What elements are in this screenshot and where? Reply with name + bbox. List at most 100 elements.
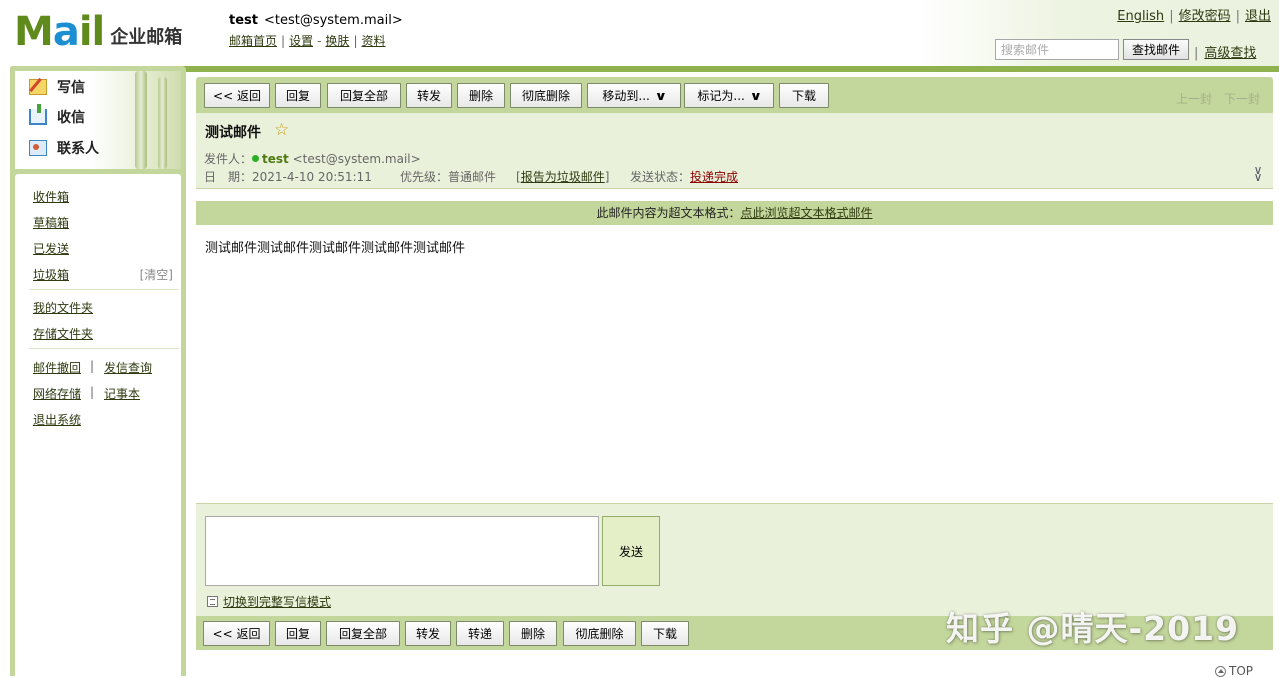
contacts-icon	[29, 140, 47, 156]
sent-query-link[interactable]: 发信查询	[104, 359, 152, 376]
search-input[interactable]	[995, 39, 1119, 60]
delete-button-bottom[interactable]: 删除	[509, 621, 557, 646]
header: Ma il 企业邮箱 test <test@system.mail> 邮箱首页 | 设置…	[0, 0, 1279, 66]
permanent-delete-button-bottom[interactable]: 彻底删除	[563, 621, 636, 646]
nav-settings[interactable]: 设置	[289, 34, 313, 48]
sender-address: <test@system.mail>	[292, 152, 421, 166]
folder-storage[interactable]: 存储文件夹	[33, 325, 93, 342]
write-icon	[29, 79, 47, 95]
mark-as-dropdown[interactable]: 标记为... ∨	[684, 83, 774, 108]
arrow-up-icon	[1215, 665, 1226, 677]
sender-name[interactable]: test	[262, 152, 289, 166]
priority-value: 普通邮件	[448, 170, 497, 184]
user-nav: 邮箱首页 | 设置 - 换肤 | 资料	[229, 34, 386, 48]
search-mail-button[interactable]: 查找邮件	[1123, 39, 1189, 60]
folder-inbox[interactable]: 收件箱	[33, 188, 69, 205]
write-label: 写信	[57, 80, 85, 96]
top-links: English | 修改密码 | 退出	[1117, 9, 1271, 24]
switch-full-compose-link[interactable]: 切换到完整写信模式	[223, 593, 331, 610]
header-divider-bar	[10, 66, 1279, 72]
toolbar-top: << 返回 回复 回复全部 转发 删除 彻底删除 移动到... ∨ 标记为... ∨…	[196, 77, 1273, 113]
nav-mail-home[interactable]: 邮箱首页	[229, 34, 277, 48]
reply-button-bottom[interactable]: 回复	[275, 621, 321, 646]
send-status-link[interactable]: 投递完成	[690, 170, 738, 184]
exit-system-link[interactable]: 退出系统	[33, 411, 81, 428]
receive-mail-button[interactable]: 收信	[29, 104, 85, 129]
priority-label: 优先级：	[400, 170, 449, 184]
prev-mail-link[interactable]: 上一封	[1176, 90, 1212, 107]
sender-row: 发件人： test <test@system.mail>	[204, 150, 421, 167]
bamboo-decoration	[135, 71, 147, 169]
download-button-bottom[interactable]: 下载	[641, 621, 689, 646]
document-icon	[207, 596, 218, 607]
reply-textarea[interactable]	[205, 516, 599, 586]
online-status-icon	[252, 155, 260, 162]
back-button[interactable]: << 返回	[204, 83, 270, 108]
recall-mail-link[interactable]: 邮件撤回	[33, 359, 81, 376]
mark-as-label: 标记为...	[697, 89, 745, 103]
send-status-label: 发送状态：	[630, 170, 691, 184]
folder-list: 收件箱 草稿箱 已发送 垃圾箱 [清空] 我的文件夹 存储文件夹 邮件撤回 | …	[15, 174, 181, 676]
clear-trash-link[interactable]: [清空]	[140, 266, 173, 283]
expand-icon[interactable]: ∨ ∨	[1251, 164, 1265, 183]
logo-m: M	[14, 9, 54, 55]
bamboo-decoration	[158, 77, 167, 169]
report-spam-link[interactable]: 报告为垃圾邮件	[521, 170, 605, 184]
divider	[29, 348, 179, 349]
redirect-button-bottom[interactable]: 转递	[456, 621, 504, 646]
contacts-button[interactable]: 联系人	[29, 136, 99, 160]
inbox-icon	[29, 104, 47, 125]
delete-button[interactable]: 删除	[457, 83, 505, 108]
receive-label: 收信	[57, 110, 85, 126]
mail-date: 2021-4-10 20:51:11	[252, 170, 372, 184]
notepad-link[interactable]: 记事本	[104, 385, 140, 402]
english-link[interactable]: English	[1117, 9, 1164, 24]
view-html-link[interactable]: 点此浏览超文本格式邮件	[741, 206, 873, 220]
back-button-bottom[interactable]: << 返回	[203, 621, 270, 646]
reply-all-button-bottom[interactable]: 回复全部	[326, 621, 400, 646]
report-spam: [报告为垃圾邮件]	[516, 170, 610, 184]
write-mail-button[interactable]: 写信	[29, 75, 85, 99]
date-row: 日 期：2021-4-10 20:51:11	[204, 168, 372, 185]
send-button[interactable]: 发送	[602, 516, 660, 586]
html-notice-text: 此邮件内容为超文本格式：	[596, 206, 741, 220]
advanced-search: | 高级查找	[1194, 46, 1257, 61]
folder-my-folders[interactable]: 我的文件夹	[33, 299, 93, 316]
download-button[interactable]: 下载	[779, 83, 829, 108]
logo-a: a	[52, 9, 80, 55]
quick-reply: 发送 切换到完整写信模式	[196, 503, 1273, 616]
folder-drafts[interactable]: 草稿箱	[33, 214, 69, 231]
send-status: 发送状态：投递完成	[630, 168, 738, 185]
folder-trash[interactable]: 垃圾箱	[33, 266, 69, 283]
forward-button[interactable]: 转发	[406, 83, 452, 108]
mail-header: 测试邮件 ☆ 发件人： test <test@system.mail> 日 期：2…	[196, 113, 1273, 189]
divider	[29, 289, 179, 290]
reply-all-button[interactable]: 回复全部	[327, 83, 401, 108]
move-to-dropdown[interactable]: 移动到... ∨	[587, 83, 681, 108]
contacts-label: 联系人	[57, 141, 99, 157]
star-icon[interactable]: ☆	[274, 120, 289, 140]
permanent-delete-button[interactable]: 彻底删除	[510, 83, 582, 108]
nav-profile[interactable]: 资料	[361, 34, 385, 48]
date-label: 日 期：	[204, 170, 253, 184]
change-password-link[interactable]: 修改密码	[1179, 9, 1231, 24]
next-mail-link[interactable]: 下一封	[1224, 90, 1260, 107]
nav-skin[interactable]: 换肤	[325, 34, 349, 48]
html-format-notice: 此邮件内容为超文本格式：点此浏览超文本格式邮件	[196, 201, 1273, 225]
priority: 优先级：普通邮件	[400, 168, 496, 185]
net-storage-link[interactable]: 网络存储	[33, 385, 81, 402]
logo-il: il	[78, 9, 105, 55]
logo-enterprise-mail: 企业邮箱	[110, 27, 183, 48]
logout-link[interactable]: 退出	[1245, 9, 1271, 24]
forward-button-bottom[interactable]: 转发	[405, 621, 451, 646]
reply-button[interactable]: 回复	[275, 83, 321, 108]
chevron-down-icon: ∨	[749, 88, 763, 103]
user-name: test	[229, 13, 258, 28]
mail-logo[interactable]: Ma il 企业邮箱	[14, 10, 182, 52]
watermark: 知乎 @晴天-2019	[946, 609, 1240, 648]
mail-view: << 返回 回复 回复全部 转发 删除 彻底删除 移动到... ∨ 标记为... ∨…	[196, 77, 1273, 676]
folder-sent[interactable]: 已发送	[33, 240, 69, 257]
advanced-search-link[interactable]: 高级查找	[1204, 46, 1256, 61]
sender-label: 发件人：	[204, 152, 253, 166]
quick-actions: 写信 收信 联系人	[15, 71, 181, 169]
